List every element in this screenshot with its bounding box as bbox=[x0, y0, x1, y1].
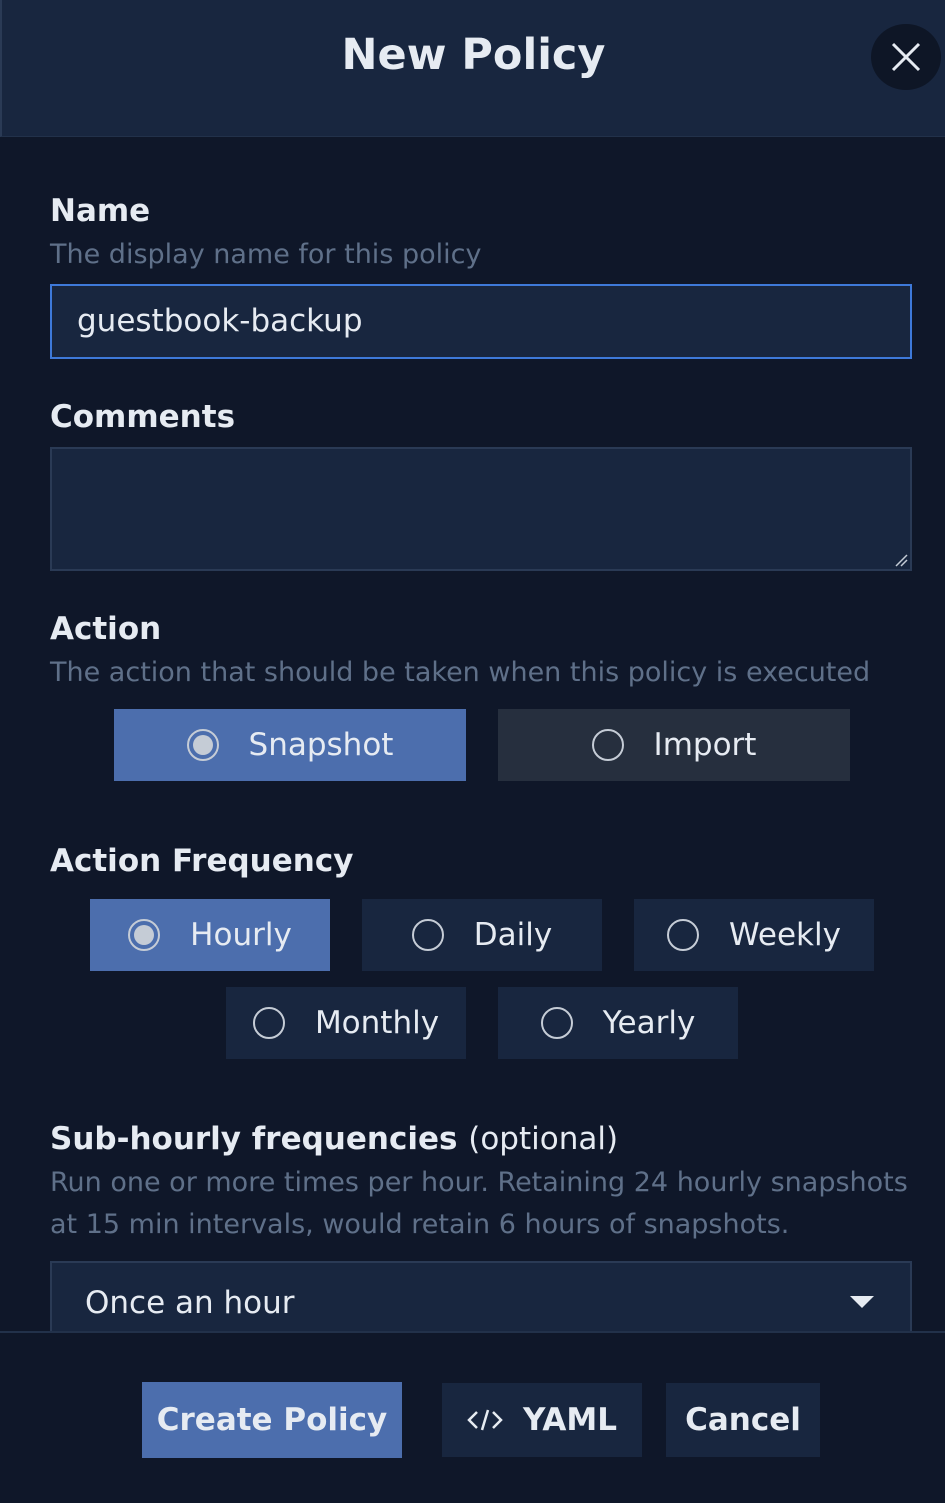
action-option-snapshot[interactable]: Snapshot bbox=[114, 709, 466, 781]
frequency-label: Action Frequency bbox=[50, 843, 354, 879]
yaml-button[interactable]: YAML bbox=[442, 1383, 642, 1457]
frequency-option-label: Monthly bbox=[314, 1005, 440, 1041]
sub-hourly-select[interactable]: Once an hour bbox=[50, 1261, 912, 1331]
frequency-option-monthly[interactable]: Monthly bbox=[226, 987, 466, 1059]
radio-unchecked-icon bbox=[411, 919, 444, 951]
action-option-label: Snapshot bbox=[248, 727, 394, 763]
frequency-option-daily[interactable]: Daily bbox=[362, 899, 602, 971]
frequency-option-label: Daily bbox=[473, 917, 553, 953]
sub-hourly-help-line1: Run one or more times per hour. Retainin… bbox=[50, 1167, 908, 1198]
radio-checked-icon bbox=[186, 729, 219, 761]
close-icon bbox=[891, 42, 921, 72]
chevron-down-icon bbox=[850, 1296, 874, 1308]
frequency-option-yearly[interactable]: Yearly bbox=[498, 987, 738, 1059]
frequency-option-weekly[interactable]: Weekly bbox=[634, 899, 874, 971]
cancel-button[interactable]: Cancel bbox=[666, 1383, 820, 1457]
resize-handle-icon[interactable] bbox=[894, 553, 908, 567]
action-option-import[interactable]: Import bbox=[498, 709, 850, 781]
radio-unchecked-icon bbox=[667, 919, 700, 951]
action-option-label: Import bbox=[653, 727, 757, 763]
dialog-footer: Create Policy YAML Cancel bbox=[0, 1331, 945, 1503]
action-label: Action bbox=[50, 611, 162, 647]
action-help: The action that should be taken when thi… bbox=[50, 657, 871, 688]
frequency-option-hourly[interactable]: Hourly bbox=[90, 899, 330, 971]
sub-hourly-select-value: Once an hour bbox=[85, 1285, 295, 1321]
radio-unchecked-icon bbox=[591, 729, 624, 761]
yaml-button-label: YAML bbox=[522, 1402, 618, 1438]
name-input[interactable]: guestbook-backup bbox=[50, 284, 912, 359]
name-label: Name bbox=[50, 193, 151, 229]
radio-checked-icon bbox=[128, 919, 161, 951]
comments-textarea[interactable] bbox=[50, 447, 912, 571]
frequency-option-label: Hourly bbox=[190, 917, 292, 953]
radio-unchecked-icon bbox=[540, 1007, 573, 1039]
dialog-body[interactable]: Name The display name for this policy gu… bbox=[0, 137, 945, 1331]
radio-unchecked-icon bbox=[252, 1007, 285, 1039]
close-button[interactable] bbox=[871, 24, 941, 90]
frequency-option-label: Weekly bbox=[729, 917, 841, 953]
sub-hourly-label: Sub-hourly frequencies (optional) bbox=[50, 1121, 618, 1157]
comments-label: Comments bbox=[50, 399, 236, 435]
code-icon bbox=[467, 1409, 503, 1431]
sub-hourly-label-text: Sub-hourly frequencies bbox=[50, 1121, 458, 1157]
optional-tag: (optional) bbox=[468, 1121, 619, 1157]
create-policy-button[interactable]: Create Policy bbox=[142, 1382, 402, 1458]
frequency-option-label: Yearly bbox=[602, 1005, 696, 1041]
dialog-title: New Policy bbox=[341, 30, 606, 80]
dialog-header: New Policy bbox=[0, 0, 945, 137]
name-help: The display name for this policy bbox=[50, 239, 482, 270]
sub-hourly-help-line2: at 15 min intervals, would retain 6 hour… bbox=[50, 1209, 790, 1240]
